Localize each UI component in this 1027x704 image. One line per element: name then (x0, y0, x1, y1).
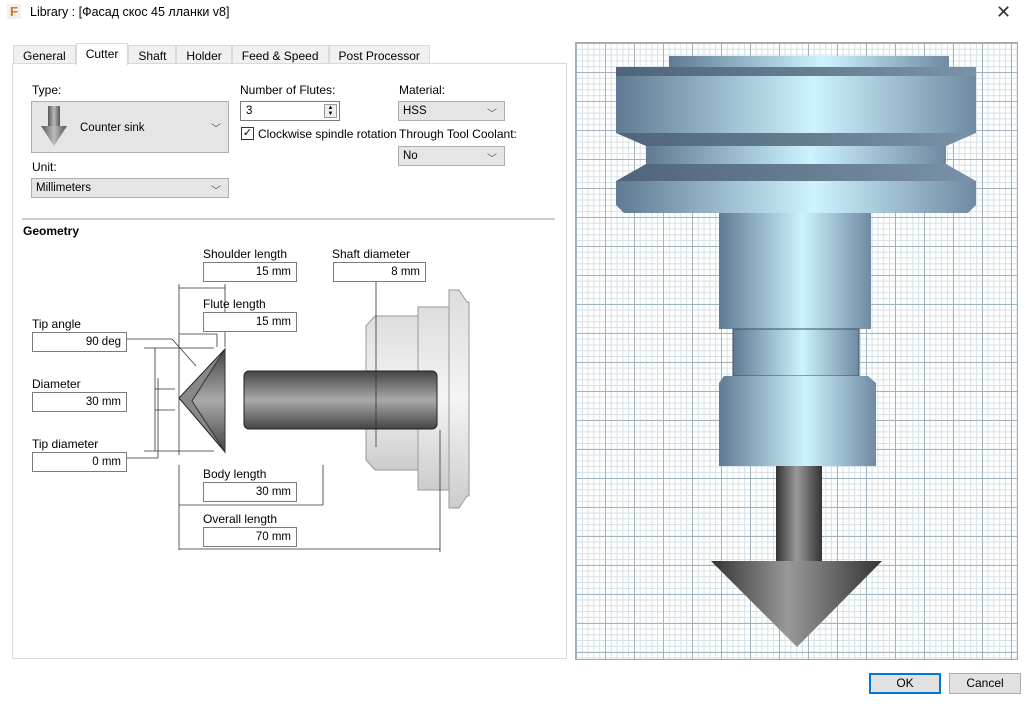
close-icon[interactable]: ✕ (996, 2, 1011, 23)
shoulder-length-label: Shoulder length (203, 247, 288, 261)
shaft-diameter-label: Shaft diameter (332, 247, 411, 261)
diameter-input[interactable]: 30 mm (32, 392, 127, 412)
tip-angle-input[interactable]: 90 deg (32, 332, 127, 352)
tip-diameter-input[interactable]: 0 mm (32, 452, 127, 472)
ok-button[interactable]: OK (869, 673, 941, 694)
tool-preview-3d[interactable] (575, 42, 1018, 660)
cancel-button[interactable]: Cancel (949, 673, 1021, 694)
shaft-diameter-input[interactable]: 8 mm (333, 262, 426, 282)
tip-angle-label: Tip angle (32, 317, 81, 331)
flute-length-label: Flute length (203, 297, 266, 311)
shoulder-length-input[interactable]: 15 mm (203, 262, 297, 282)
flute-length-input[interactable]: 15 mm (203, 312, 297, 332)
diameter-label: Diameter (32, 377, 81, 391)
body-length-input[interactable]: 30 mm (203, 482, 297, 502)
shaft-shape (243, 370, 438, 430)
tool-3d-model (616, 56, 976, 647)
overall-length-input[interactable]: 70 mm (203, 527, 297, 547)
tip-diameter-label: Tip diameter (32, 437, 99, 451)
tab-cutter[interactable]: Cutter (75, 43, 129, 65)
overall-length-label: Overall length (203, 512, 278, 526)
body-length-label: Body length (203, 467, 267, 481)
